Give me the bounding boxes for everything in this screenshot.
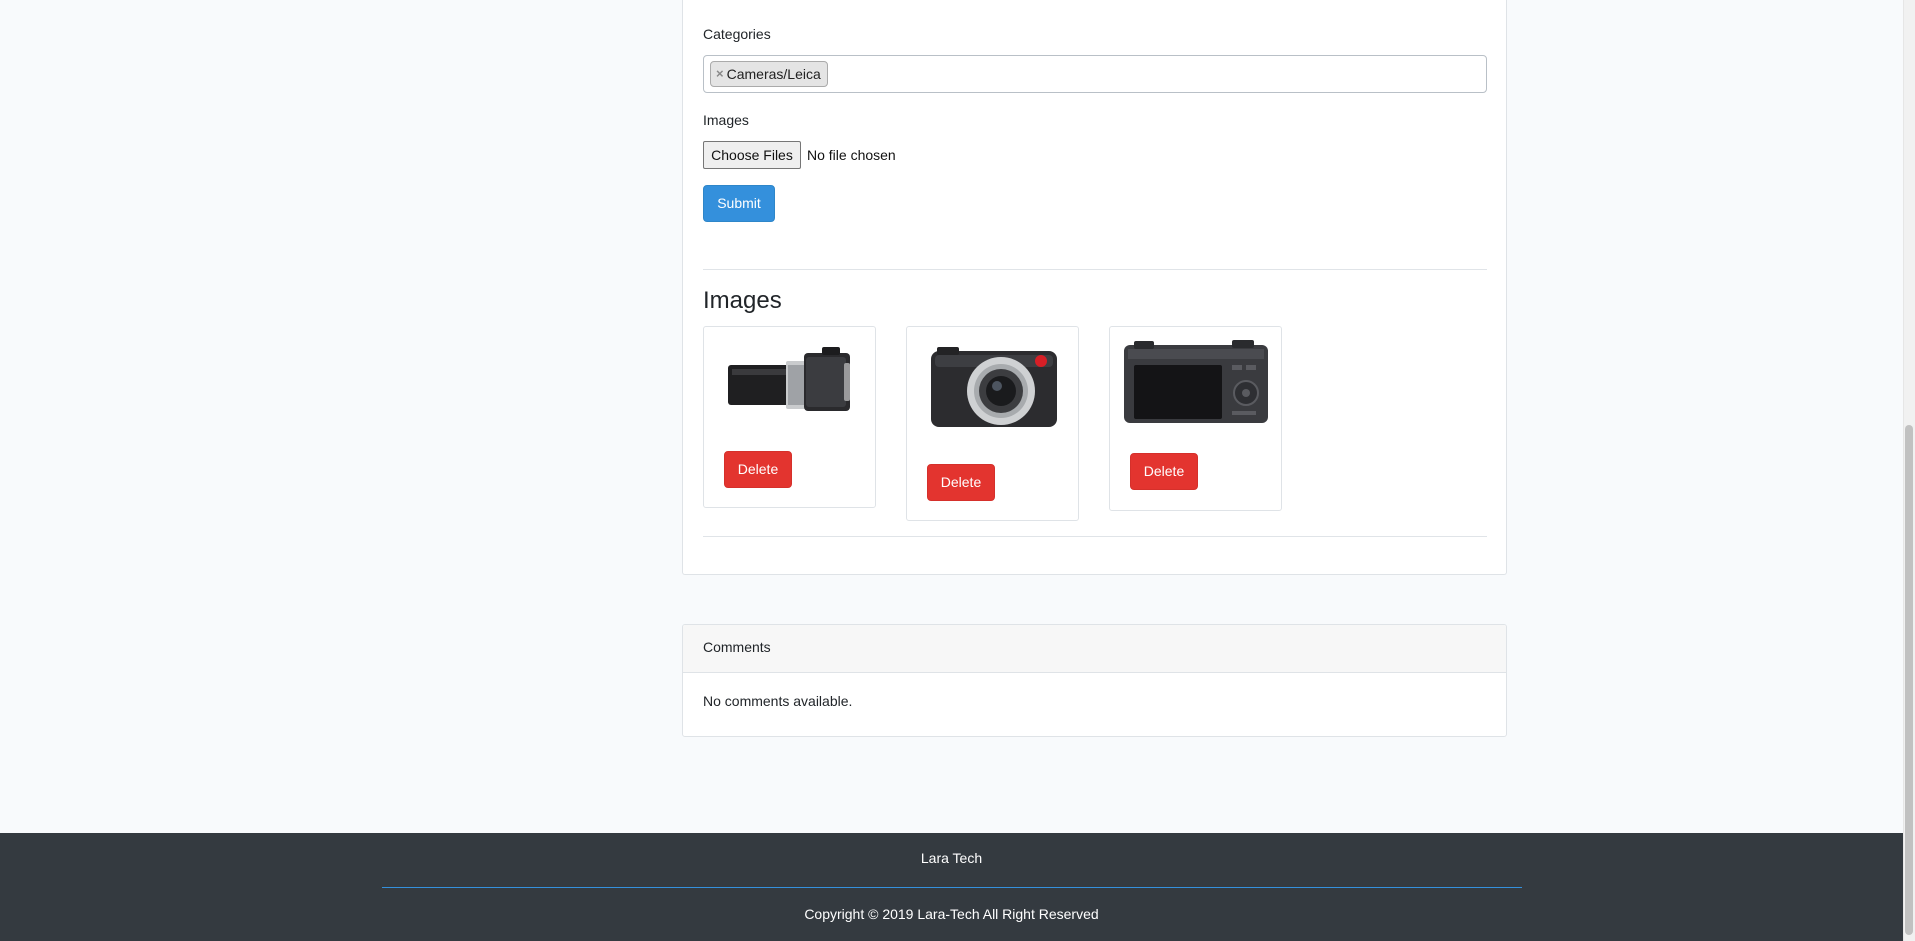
- footer-brand: Lara Tech: [920, 850, 983, 866]
- footer: Lara Tech Copyright © 2019 Lara-Tech All…: [0, 833, 1903, 941]
- comments-header: Comments: [683, 625, 1506, 673]
- image-card: Delete: [1109, 326, 1282, 511]
- comments-empty-text: No comments available.: [703, 693, 853, 709]
- delete-image-button[interactable]: Delete: [1130, 453, 1198, 490]
- camera-front-view-image: [931, 347, 1057, 427]
- file-status-text: No file chosen: [807, 147, 896, 163]
- product-edit-card: Categories × Cameras/Leica Images Choose…: [682, 0, 1507, 575]
- images-section-title: Images: [703, 287, 782, 314]
- delete-image-button[interactable]: Delete: [927, 464, 995, 501]
- footer-divider: [382, 887, 1522, 888]
- submit-button[interactable]: Submit: [703, 185, 775, 222]
- camera-back-view-image: [1124, 340, 1268, 423]
- divider: [703, 269, 1487, 270]
- divider: [703, 536, 1487, 537]
- remove-tag-icon[interactable]: ×: [716, 62, 724, 86]
- vertical-scrollbar[interactable]: [1903, 0, 1915, 941]
- images-label: Images: [703, 112, 749, 128]
- image-card: Delete: [703, 326, 876, 508]
- categories-multiselect[interactable]: × Cameras/Leica: [703, 55, 1487, 93]
- categories-label: Categories: [703, 26, 771, 42]
- image-card: Delete: [906, 326, 1079, 521]
- camera-side-view-image: [728, 347, 850, 411]
- choose-files-button[interactable]: Choose Files: [703, 141, 801, 169]
- category-tag: × Cameras/Leica: [710, 61, 828, 87]
- delete-image-button[interactable]: Delete: [724, 451, 792, 488]
- category-tag-label: Cameras/Leica: [726, 66, 821, 82]
- scrollbar-thumb[interactable]: [1905, 425, 1913, 935]
- page: Categories × Cameras/Leica Images Choose…: [0, 0, 1903, 941]
- footer-copyright: Copyright © 2019 Lara-Tech All Right Res…: [804, 906, 1099, 922]
- comments-card: Comments No comments available.: [682, 624, 1507, 737]
